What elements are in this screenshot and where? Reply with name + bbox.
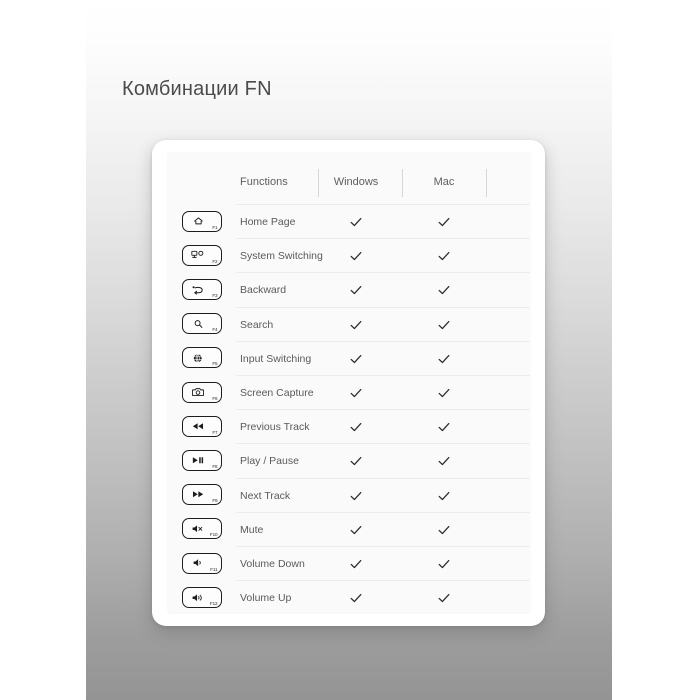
mac-check-icon xyxy=(437,283,451,297)
function-name: Search xyxy=(240,318,274,331)
table-row: Mute xyxy=(236,511,530,547)
windows-check-icon xyxy=(349,352,363,366)
screenshot-canvas: Комбинации FN F1 F2 F3 F4 F5 F6 F7 F8 F9 F10 F11 F1… xyxy=(0,0,700,700)
table-row: Previous Track xyxy=(236,409,530,444)
camera-icon xyxy=(188,386,208,399)
function-name: Play / Pause xyxy=(240,455,299,468)
mac-check-icon xyxy=(437,318,451,332)
volume-down-icon xyxy=(188,557,208,570)
function-name: Input Switching xyxy=(240,352,312,365)
table-row: Search xyxy=(236,306,530,342)
keycap-column: F1 F2 F3 F4 F5 F6 F7 F8 F9 F10 F11 F12 xyxy=(168,152,236,612)
windows-check-icon xyxy=(349,215,363,229)
keycap-f10[interactable]: F10 xyxy=(182,518,222,540)
keycap-label: F10 xyxy=(209,532,218,538)
windows-check-icon xyxy=(349,557,363,571)
mac-check-icon xyxy=(437,386,451,400)
keycap-f1[interactable]: F1 xyxy=(182,210,222,232)
mac-check-icon xyxy=(437,591,451,605)
table-header-row: Functions Windows Mac xyxy=(236,152,530,204)
keycap-f7[interactable]: F7 xyxy=(182,415,222,437)
windows-check-icon xyxy=(349,420,363,434)
column-header-functions: Functions xyxy=(240,176,288,188)
function-name: Screen Capture xyxy=(240,387,314,400)
keycap-label: F6 xyxy=(212,395,218,401)
keycap-label: F4 xyxy=(212,327,218,333)
search-icon xyxy=(188,317,208,330)
mac-check-icon xyxy=(437,352,451,366)
windows-check-icon xyxy=(349,249,363,263)
windows-check-icon xyxy=(349,283,363,297)
keycap-f8[interactable]: F8 xyxy=(182,450,222,471)
shortcuts-table: Functions Windows Mac Home Page System Sw… xyxy=(236,152,530,612)
table-row: Screen Capture xyxy=(236,375,530,410)
table-row: Next Track xyxy=(236,477,530,513)
keycap-f3[interactable]: F3 xyxy=(182,279,222,300)
mac-check-icon xyxy=(437,557,451,571)
table-row: System Switching xyxy=(236,238,530,273)
mac-check-icon xyxy=(437,523,451,537)
function-name: System Switching xyxy=(240,250,323,263)
mac-check-icon xyxy=(437,489,451,503)
mac-check-icon xyxy=(437,420,451,434)
header-divider-1 xyxy=(318,169,319,197)
windows-check-icon xyxy=(349,318,363,332)
table-row: Play / Pause xyxy=(236,443,530,478)
keycap-f11[interactable]: F11 xyxy=(182,552,222,574)
table-row: Home Page xyxy=(236,204,530,239)
shortcuts-panel: F1 F2 F3 F4 F5 F6 F7 F8 F9 F10 F11 F12 Functions Wi… xyxy=(168,152,530,612)
windows-check-icon xyxy=(349,454,363,468)
keycap-label: F7 xyxy=(212,429,218,435)
window-switch-icon xyxy=(188,249,208,262)
fn-shortcuts-card: F1 F2 F3 F4 F5 F6 F7 F8 F9 F10 F11 F12 Functions Wi… xyxy=(152,140,545,626)
function-name: Home Page xyxy=(240,216,296,229)
back-arrow-icon xyxy=(188,283,208,296)
function-name: Next Track xyxy=(240,489,291,502)
fast-forward-icon xyxy=(188,488,208,501)
volume-up-icon xyxy=(188,591,208,604)
table-row: Backward xyxy=(236,272,530,307)
function-name: Volume Down xyxy=(240,558,305,571)
keycap-label: F9 xyxy=(212,498,218,504)
keycap-f2[interactable]: F2 xyxy=(182,244,222,266)
keycap-label: F5 xyxy=(212,361,218,367)
mac-check-icon xyxy=(437,249,451,263)
header-divider-2 xyxy=(402,169,403,197)
windows-check-icon xyxy=(349,489,363,503)
keycap-f4[interactable]: F4 xyxy=(182,313,222,335)
table-row: Input Switching xyxy=(236,340,530,376)
header-divider-3 xyxy=(486,169,487,197)
keycap-label: F2 xyxy=(212,258,218,264)
play-pause-icon xyxy=(188,454,208,467)
keycap-f12[interactable]: F12 xyxy=(182,586,222,608)
windows-check-icon xyxy=(349,386,363,400)
globe-icon xyxy=(188,351,208,364)
rewind-icon xyxy=(188,420,208,433)
keycap-label: F12 xyxy=(209,600,218,606)
keycap-label: F11 xyxy=(210,566,218,572)
keycap-label: F3 xyxy=(212,293,218,298)
column-header-mac: Mac xyxy=(433,176,455,188)
table-row: Volume Up xyxy=(236,580,530,612)
mac-check-icon xyxy=(437,215,451,229)
mute-icon xyxy=(188,522,208,535)
home-icon xyxy=(188,215,208,228)
table-row: Volume Down xyxy=(236,546,530,581)
mac-check-icon xyxy=(437,454,451,468)
column-header-windows: Windows xyxy=(333,176,379,188)
function-name: Previous Track xyxy=(240,421,310,434)
keycap-f6[interactable]: F6 xyxy=(182,381,222,403)
windows-check-icon xyxy=(349,523,363,537)
keycap-f9[interactable]: F9 xyxy=(182,484,222,506)
function-name: Backward xyxy=(240,284,287,297)
function-name: Volume Up xyxy=(240,592,292,605)
keycap-f5[interactable]: F5 xyxy=(182,347,222,369)
keycap-label: F8 xyxy=(212,464,218,469)
keycap-label: F1 xyxy=(212,224,218,230)
page-title: Комбинации FN xyxy=(122,78,272,100)
function-name: Mute xyxy=(240,523,264,536)
windows-check-icon xyxy=(349,591,363,605)
